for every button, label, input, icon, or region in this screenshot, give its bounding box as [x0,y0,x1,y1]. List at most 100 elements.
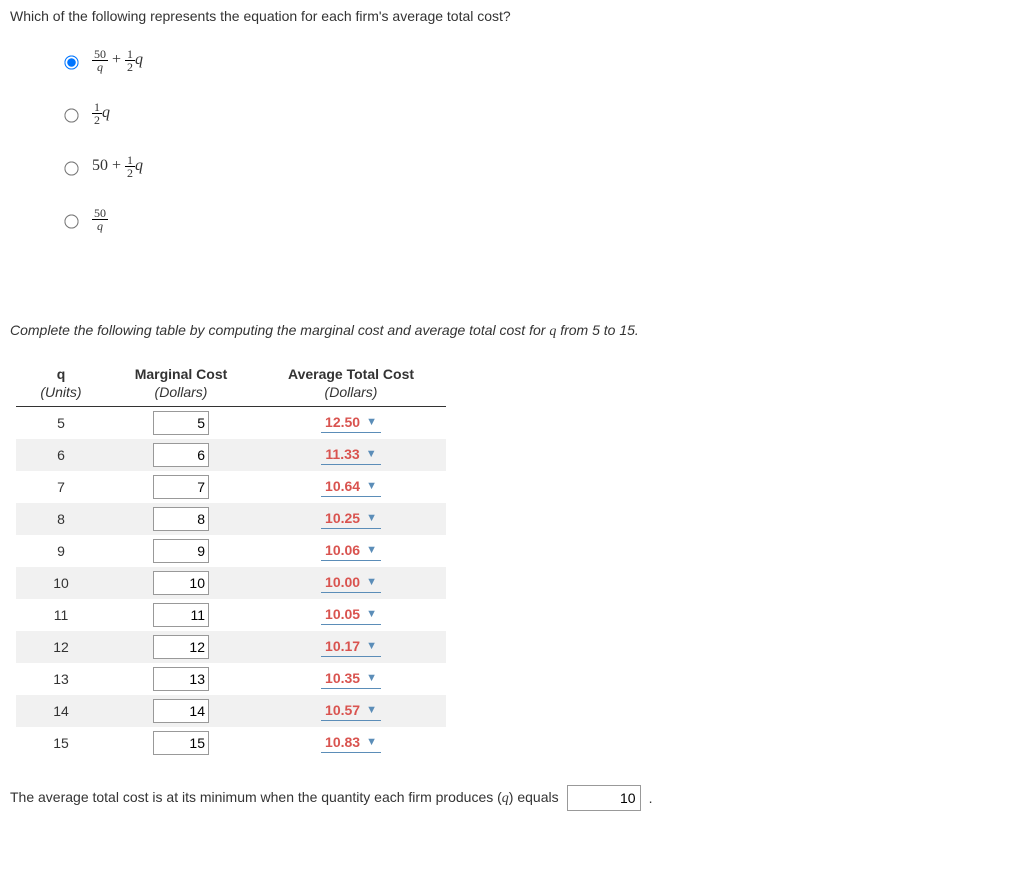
q-cell: 13 [16,663,106,695]
atc-value: 10.35 [325,670,360,686]
option-d-radio[interactable] [64,214,78,228]
atc-dropdown[interactable]: 12.50▼ [321,413,381,433]
final-sentence: The average total cost is at its minimum… [10,785,1014,811]
col-q-unit: (Units) [16,384,106,407]
options-group: 50q + 12q 12q 50 + 12q 50q [60,48,1014,232]
mc-input[interactable] [153,731,209,755]
option-a-formula: 50q + 12q [92,48,143,73]
mc-cell [106,439,256,471]
atc-dropdown[interactable]: 10.83 ▼ [321,733,381,753]
option-a-radio[interactable] [64,55,78,69]
mc-cell [106,503,256,535]
chevron-down-icon: ▼ [366,544,377,556]
option-b-formula: 12q [92,101,110,126]
table-row: 7 10.64▼ [16,471,446,503]
mc-cell [106,599,256,631]
table-row: 13 10.35 ▼ [16,663,446,695]
mc-cell [106,631,256,663]
mc-cell [106,407,256,440]
chevron-down-icon: ▼ [366,608,377,620]
col-atc-unit: (Dollars) [256,384,446,407]
atc-cell: 10.64▼ [256,471,446,503]
chevron-down-icon: ▼ [366,672,377,684]
mc-input[interactable] [153,475,209,499]
mc-input[interactable] [153,539,209,563]
q-cell: 5 [16,407,106,440]
option-c[interactable]: 50 + 12q [60,154,1014,179]
atc-dropdown[interactable]: 10.05 ▼ [321,605,381,625]
table-row: 12 10.17 ▼ [16,631,446,663]
chevron-down-icon: ▼ [366,736,377,748]
chevron-down-icon: ▼ [366,576,377,588]
atc-cell: 10.06▼ [256,535,446,567]
col-mc-unit: (Dollars) [106,384,256,407]
table-instruction: Complete the following table by computin… [10,322,1014,340]
table-row: 10 10.00 ▼ [16,567,446,599]
option-b-radio[interactable] [64,108,78,122]
q-cell: 10 [16,567,106,599]
mc-input[interactable] [153,667,209,691]
option-b[interactable]: 12q [60,101,1014,126]
atc-value: 10.64 [325,478,360,494]
option-d[interactable]: 50q [60,207,1014,232]
q-cell: 8 [16,503,106,535]
atc-cell: 10.83 ▼ [256,727,446,759]
atc-dropdown[interactable]: 10.35 ▼ [321,669,381,689]
mc-input[interactable] [153,699,209,723]
mc-input[interactable] [153,571,209,595]
atc-cell: 10.25 ▼ [256,503,446,535]
q-cell: 12 [16,631,106,663]
option-d-formula: 50q [92,207,108,232]
atc-value: 12.50 [325,414,360,430]
mc-cell [106,695,256,727]
atc-value: 10.05 [325,606,360,622]
col-mc-header: Marginal Cost [106,360,256,384]
atc-value: 10.25 [325,510,360,526]
q-cell: 14 [16,695,106,727]
atc-value: 11.33 [325,446,359,462]
atc-value: 10.17 [325,638,360,654]
col-atc-header: Average Total Cost [256,360,446,384]
atc-dropdown[interactable]: 11.33 ▼ [321,445,380,465]
question-text: Which of the following represents the eq… [10,8,1014,24]
atc-dropdown[interactable]: 10.00 ▼ [321,573,381,593]
option-c-radio[interactable] [64,161,78,175]
atc-dropdown[interactable]: 10.57▼ [321,701,381,721]
table-row: 5 12.50▼ [16,407,446,440]
atc-dropdown[interactable]: 10.64▼ [321,477,381,497]
atc-dropdown[interactable]: 10.06▼ [321,541,381,561]
atc-dropdown[interactable]: 10.25 ▼ [321,509,381,529]
chevron-down-icon: ▼ [366,512,377,524]
mc-input[interactable] [153,411,209,435]
atc-cell: 10.35 ▼ [256,663,446,695]
chevron-down-icon: ▼ [366,448,377,460]
min-quantity-input[interactable] [567,785,641,811]
table-row: 6 11.33 ▼ [16,439,446,471]
table-row: 8 10.25 ▼ [16,503,446,535]
atc-value: 10.83 [325,734,360,750]
atc-cell: 11.33 ▼ [256,439,446,471]
table-row: 14 10.57▼ [16,695,446,727]
option-a[interactable]: 50q + 12q [60,48,1014,73]
atc-value: 10.00 [325,574,360,590]
chevron-down-icon: ▼ [366,640,377,652]
q-cell: 6 [16,439,106,471]
atc-cell: 10.00 ▼ [256,567,446,599]
atc-dropdown[interactable]: 10.17 ▼ [321,637,381,657]
q-cell: 9 [16,535,106,567]
q-cell: 7 [16,471,106,503]
col-q-header: q [16,360,106,384]
table-row: 1110.05▼ [16,599,446,631]
atc-cell: 10.57▼ [256,695,446,727]
atc-cell: 12.50▼ [256,407,446,440]
chevron-down-icon: ▼ [366,704,377,716]
option-c-formula: 50 + 12q [92,154,143,179]
atc-cell: 10.05 ▼ [256,599,446,631]
mc-input[interactable] [153,443,209,467]
mc-input[interactable] [153,635,209,659]
mc-input[interactable] [153,603,209,627]
mc-cell [106,535,256,567]
mc-input[interactable] [153,507,209,531]
q-cell: 15 [16,727,106,759]
cost-table: q Marginal Cost Average Total Cost (Unit… [16,360,446,759]
